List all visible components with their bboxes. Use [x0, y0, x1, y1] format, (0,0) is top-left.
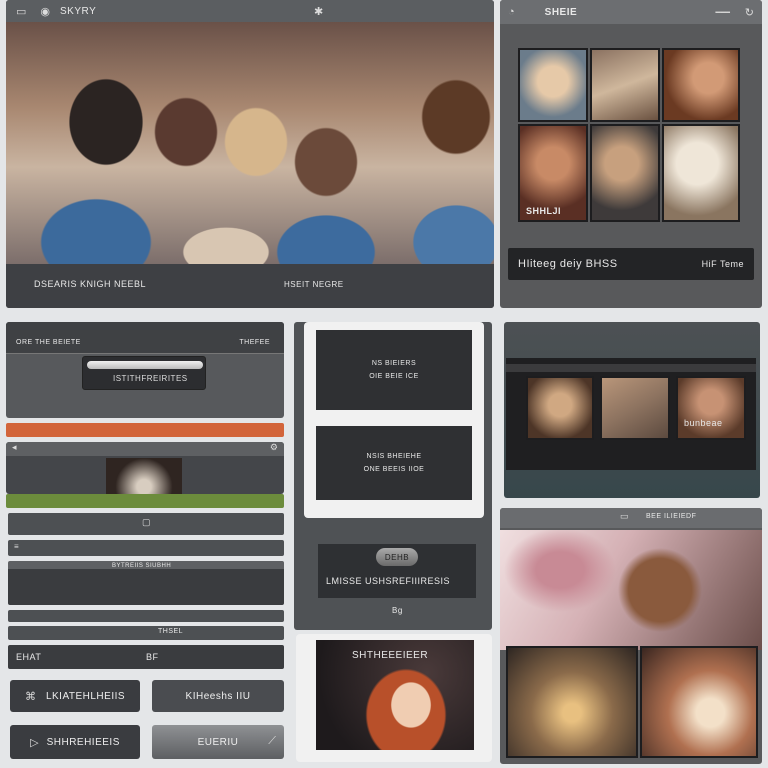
dialog-box-1-line2: OIE BEIE ICE: [369, 373, 419, 380]
dialog-panel: NS BIEIERS OIE BEIE ICE NSIS BHEIEHE ONE…: [294, 322, 492, 630]
video-frame[interactable]: [6, 22, 494, 264]
settings-icon[interactable]: ⚙: [270, 442, 278, 453]
dialog-card: NS BIEIERS OIE BEIE ICE NSIS BHEIEHE ONE…: [304, 322, 484, 518]
filmstrip: bunbeae: [506, 358, 756, 470]
resize-icon[interactable]: ⟋: [268, 735, 276, 748]
pink-scene[interactable]: [500, 530, 762, 650]
caption-left: DSEARIS KNIGH NEEBL: [34, 279, 147, 289]
right-toolbar: ▭ BEE ILIEIEDF: [500, 508, 762, 528]
row-bottom-mid: BF: [146, 652, 159, 662]
list-row[interactable]: EHAT BF: [8, 645, 284, 669]
orange-progress-bar[interactable]: [6, 423, 284, 437]
film-caption: bunbeae: [684, 418, 723, 428]
row-icon: ≡: [14, 542, 19, 551]
green-progress-bar[interactable]: [6, 494, 284, 508]
menu-icon[interactable]: ▭: [16, 5, 26, 18]
list-row[interactable]: THSEL: [8, 626, 284, 640]
film-frame[interactable]: [600, 376, 670, 440]
row-icon: ▢: [142, 517, 151, 527]
app-icon: ◔: [508, 6, 515, 18]
search-label: ISTITHFREIRITES: [113, 374, 188, 383]
gallery-thumb[interactable]: [590, 124, 660, 222]
search-field[interactable]: ISTITHFREIRITES: [82, 356, 206, 390]
list-row[interactable]: BYTREIIS SIUBHH: [8, 561, 284, 605]
dropdown-icon[interactable]: ◂: [12, 442, 17, 453]
dialog-box-2[interactable]: NSIS BHEIEHE ONE BEEIS IIOE: [316, 426, 472, 500]
right-bottom-panel: ▭ BEE ILIEIEDF: [500, 508, 762, 764]
dialog-box-1[interactable]: NS BIEIERS OIE BEIE ICE: [316, 330, 472, 410]
minimize-icon[interactable]: ━━━: [716, 8, 730, 17]
girl-card-title: SHTHEEEIEER: [352, 650, 429, 661]
fire-scene-2[interactable]: [640, 646, 758, 758]
dialog-box-2-line2: ONE BEEIS IIOE: [363, 466, 425, 473]
filmstrip-panel: bunbeae: [504, 322, 760, 498]
list-header-left: ORE THE BEIETE: [16, 339, 81, 346]
dialog-box-1-line1: NS BIEIERS: [371, 360, 417, 367]
gallery-grid: SHHLJI: [518, 48, 740, 223]
girl-card: SHTHEEEIEER: [296, 634, 492, 762]
right-toolbar-text: BEE ILIEIEDF: [646, 513, 697, 520]
action-button-2[interactable]: KIHeeshs IIU: [152, 680, 284, 712]
list-row-label: THSEL: [158, 628, 184, 635]
video-row-header: ◂ ⚙: [6, 442, 284, 456]
player-caption-bar: DSEARIS KNIGH NEEBL HSEIT NEGRE: [6, 264, 494, 308]
gallery-thumb[interactable]: [590, 48, 660, 122]
list-row[interactable]: ≡: [8, 540, 284, 556]
gallery-thumb[interactable]: [662, 124, 740, 222]
play-icon: ▷: [30, 736, 39, 749]
gallery-title: SHEIE: [544, 6, 578, 18]
player-titlebar: ▭ ◉ SKYRY ✱: [6, 0, 494, 22]
banner-text: LMISSE USHSREFIIIRESIS: [326, 576, 451, 586]
list-header: ORE THE BEIETE THEFEE: [6, 322, 284, 354]
film-frame[interactable]: bunbeae: [676, 376, 746, 440]
video-row-panel: ◂ ⚙: [6, 442, 284, 494]
list-row[interactable]: [8, 610, 284, 622]
list-row-label: BYTREIIS SIUBHH: [112, 563, 172, 569]
back-icon[interactable]: ▭: [620, 511, 629, 522]
dialog-footer-icon: Bg: [392, 606, 403, 615]
gallery-footer: HIiteeg deiy BHSS HiF Teme: [508, 248, 754, 280]
thumb-caption: SHHLJI: [526, 206, 562, 216]
dialog-box-2-line1: NSIS BHEIEHE: [366, 453, 422, 460]
dialog-banner: DEHB LMISSE USHSREFIIIRESIS: [318, 544, 476, 598]
gallery-panel: ◔ SHEIE ━━━ ↻ SHHLJI HIiteeg deiy BHSS H…: [500, 0, 762, 308]
gallery-titlebar: ◔ SHEIE ━━━ ↻: [500, 0, 762, 24]
row-bottom-left: EHAT: [16, 652, 42, 662]
pin-icon[interactable]: ✱: [314, 5, 323, 18]
video-row-thumb[interactable]: [106, 458, 182, 494]
refresh-icon[interactable]: ↻: [745, 6, 754, 19]
film-frame[interactable]: [526, 376, 594, 440]
player-title: SKYRY: [60, 5, 97, 17]
toggle-button[interactable]: DEHB: [376, 548, 418, 566]
search-slider[interactable]: [87, 361, 203, 369]
gallery-footer-text: HIiteeg deiy BHSS: [518, 258, 618, 270]
gallery-footer-right: HiF Teme: [701, 259, 744, 269]
list-header-right: THEFEE: [239, 339, 270, 346]
action-button-3[interactable]: ▷ SHHREHIEEIS: [10, 725, 140, 759]
gallery-thumb[interactable]: [662, 48, 740, 122]
fire-scene-1[interactable]: [506, 646, 638, 758]
gallery-thumb[interactable]: SHHLJI: [518, 124, 588, 222]
main-player-panel: ▭ ◉ SKYRY ✱ DSEARIS KNIGH NEEBL HSEIT NE…: [6, 0, 494, 308]
list-row[interactable]: ▢: [8, 513, 284, 535]
gallery-thumb[interactable]: [518, 48, 588, 122]
action-button-4[interactable]: EUERIU ⟋: [152, 725, 284, 759]
list-panel: ORE THE BEIETE THEFEE ISTITHFREIRITES: [6, 322, 284, 418]
action-button-1[interactable]: ⌘ LKIATEHLHEIIS: [10, 680, 140, 712]
tag-icon: ⌘: [24, 690, 36, 703]
caption-center: HSEIT NEGRE: [284, 280, 344, 289]
logo-icon: ◉: [40, 5, 51, 18]
